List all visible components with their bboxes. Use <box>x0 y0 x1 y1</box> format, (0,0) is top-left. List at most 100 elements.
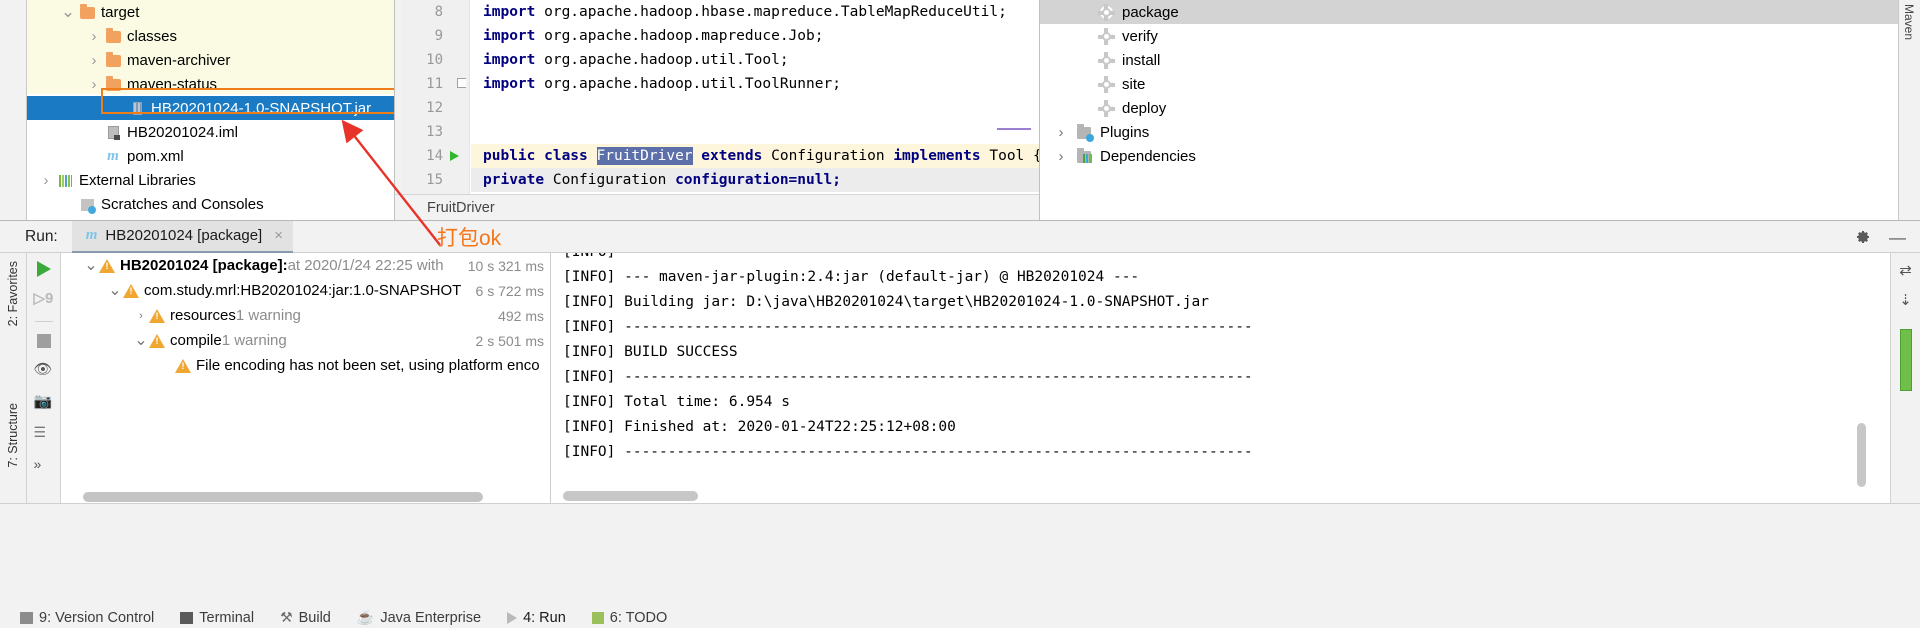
eye-icon[interactable]: 👁 <box>34 360 54 380</box>
right-tool-rail[interactable]: ⇄ ⇣ <box>1890 253 1920 504</box>
maven-tool-window[interactable]: package verify install site deploy › Plugins › D… <box>1040 0 1920 220</box>
status-bar-item-java-enterprise[interactable]: ☕ Java Enterprise <box>357 609 481 626</box>
status-bar-item-4-run[interactable]: 4: Run <box>507 610 566 626</box>
build-tree-row[interactable]: › resources 1 warning 492 ms <box>61 303 550 328</box>
maven-item-site[interactable]: site <box>1040 72 1920 96</box>
maven-item-package[interactable]: package <box>1040 0 1920 24</box>
status-bar-item-terminal[interactable]: Terminal <box>180 610 254 626</box>
editor-marker-bar <box>997 128 1031 130</box>
maven-item-plugins[interactable]: › Plugins <box>1040 120 1920 144</box>
chevron-down-icon[interactable]: ⌄ <box>107 283 123 299</box>
build-tree-row[interactable]: ⌄ com.study.mrl:HB20201024:jar:1.0-SNAPSH… <box>61 278 550 303</box>
chevron-right-icon[interactable]: › <box>85 76 103 93</box>
scroll-to-end-icon[interactable]: ⇣ <box>1899 291 1912 309</box>
code-line-8[interactable]: 8 import org.apache.hadoop.hbase.mapreduc… <box>395 0 1039 24</box>
minimize-icon[interactable]: — <box>1889 229 1906 246</box>
chevron-down-icon[interactable]: ⌄ <box>133 333 149 349</box>
build-tree-row-duration: 10 s 321 ms <box>467 257 544 274</box>
maven-item-deploy[interactable]: deploy <box>1040 96 1920 120</box>
run-gutter-icon[interactable] <box>450 151 459 161</box>
code-token: import <box>483 28 536 44</box>
chevron-right-icon[interactable]: › <box>37 172 55 189</box>
code-token: Configuration <box>762 148 894 164</box>
console-vertical-scrollbar[interactable] <box>1857 423 1866 487</box>
build-console-output[interactable]: [INFO] [INFO] --- maven-jar-plugin:2.4:ja… <box>551 253 1890 504</box>
build-tree-horizontal-scrollbar[interactable] <box>83 492 483 502</box>
editor-breadcrumb[interactable]: FruitDriver <box>395 194 1039 220</box>
camera-icon[interactable]: 📷 <box>34 392 54 412</box>
maven-item-label: deploy <box>1122 99 1167 117</box>
project-tree-item-label: classes <box>127 27 178 45</box>
code-line-9[interactable]: 9 import org.apache.hadoop.mapreduce.Job; <box>395 24 1039 48</box>
code-line-14[interactable]: 14 public class FruitDriver extends Confi… <box>426 144 1039 168</box>
project-tree-item-hb20201024-1-0-snapshot-jar[interactable]: HB20201024-1.0-SNAPSHOT.jar <box>27 96 394 120</box>
maven-item-verify[interactable]: verify <box>1040 24 1920 48</box>
code-fold-icon[interactable] <box>457 78 466 88</box>
project-tool-window[interactable]: ⌄ target › classes › maven-archiver › maven-sta… <box>27 0 395 220</box>
status-bar-item-label: Terminal <box>199 609 255 626</box>
project-tree-item-target[interactable]: ⌄ target <box>27 0 394 24</box>
status-bar-item-9-version-control[interactable]: 9: Version Control <box>20 610 154 626</box>
run-actions-toolbar[interactable]: ▷9 👁 📷 ☰ » <box>27 253 61 504</box>
build-tree-row[interactable]: File encoding has not been set, using pl… <box>61 353 550 378</box>
chevron-down-icon[interactable]: ⌄ <box>59 3 77 20</box>
code-line-10[interactable]: 10 import org.apache.hadoop.util.Tool; <box>395 48 1039 72</box>
rail-favorites-label[interactable]: 2: Favorites <box>6 261 20 326</box>
console-line: [INFO] ---------------------------------… <box>563 369 1253 385</box>
console-horizontal-scrollbar[interactable] <box>563 491 698 501</box>
ide-window: ⌄ target › classes › maven-archiver › maven-sta… <box>0 0 1920 628</box>
maven-item-dependencies[interactable]: › Dependencies <box>1040 144 1920 168</box>
close-icon[interactable]: × <box>274 227 283 244</box>
status-bar-item-build[interactable]: ⚒ Build <box>280 609 331 626</box>
run-body: 2: Favorites 7: Structure ▷9 👁 📷 ☰ » ⌄ HB… <box>0 253 1920 504</box>
chevron-right-icon[interactable]: › <box>85 28 103 45</box>
run-tab-hb20201024-package[interactable]: m HB20201024 [package] × <box>71 220 293 253</box>
project-tree-item-maven-status[interactable]: › maven-status <box>27 72 394 96</box>
filter-icon[interactable]: ☰ <box>34 424 54 444</box>
chevron-right-icon[interactable]: › <box>85 52 103 69</box>
project-tree-item-maven-archiver[interactable]: › maven-archiver <box>27 48 394 72</box>
stop-icon[interactable] <box>36 334 51 348</box>
project-tree-item-hb20201024-iml[interactable]: HB20201024.iml <box>27 120 394 144</box>
maven-goal-rows: package verify install site deploy › Plugins › D… <box>1040 0 1920 168</box>
code-token: org.apache.hadoop.util.ToolRunner; <box>535 76 841 92</box>
project-tree-item-classes[interactable]: › classes <box>27 24 394 48</box>
status-bar-items: 9: Version Control Terminal ⚒ Build ☕ Java En… <box>20 609 667 626</box>
warning-icon <box>175 358 191 373</box>
rail-structure-label[interactable]: 7: Structure <box>6 403 20 468</box>
code-token: org.apache.hadoop.hbase.mapreduce.TableM… <box>535 4 1007 20</box>
build-tree-row[interactable]: ⌄ compile 1 warning 2 s 501 ms <box>61 328 550 353</box>
gear-icon[interactable] <box>1855 229 1871 245</box>
maven-item-install[interactable]: install <box>1040 48 1920 72</box>
warning-icon <box>123 283 139 298</box>
soft-wrap-icon[interactable]: ⇄ <box>1899 261 1912 279</box>
project-tree-item-external-libraries[interactable]: › External Libraries <box>27 168 394 192</box>
project-tree-item-scratches-and-consoles[interactable]: Scratches and Consoles <box>27 192 394 216</box>
code-line-12[interactable]: 12 <box>395 96 1039 120</box>
code-editor[interactable]: 8 import org.apache.hadoop.hbase.mapreduc… <box>395 0 1040 220</box>
project-tree-item-label: pom.xml <box>127 147 184 165</box>
more-options-icon[interactable]: » <box>34 456 54 476</box>
code-text: public class FruitDriver extends Configu… <box>483 144 1039 168</box>
left-tool-rail[interactable]: 2: Favorites 7: Structure <box>0 253 27 504</box>
run-label: Run: <box>25 227 58 245</box>
chevron-right-icon[interactable]: › <box>133 310 149 322</box>
build-tree-row[interactable]: ⌄ HB20201024 [package]: at 2020/1/24 22:2… <box>61 253 550 278</box>
console-line: [INFO] ---------------------------------… <box>563 444 1253 460</box>
project-tree-item-pom-xml[interactable]: m pom.xml <box>27 144 394 168</box>
code-line-13[interactable]: 13 <box>395 120 1039 144</box>
editor-lines[interactable]: 8 import org.apache.hadoop.hbase.mapreduc… <box>395 0 1039 192</box>
rerun-failed-icon[interactable]: ▷9 <box>34 289 54 309</box>
status-bar-item-6-todo[interactable]: 6: TODO <box>591 610 667 626</box>
code-line-11[interactable]: 11 import org.apache.hadoop.util.ToolRunn… <box>395 72 1039 96</box>
maven-right-rail[interactable]: Maven <box>1898 0 1920 220</box>
build-tree[interactable]: ⌄ HB20201024 [package]: at 2020/1/24 22:2… <box>61 253 551 504</box>
chevron-right-icon[interactable]: › <box>1048 124 1074 141</box>
chevron-down-icon[interactable]: ⌄ <box>83 258 99 274</box>
console-line: [INFO] <box>551 253 1890 265</box>
chevron-right-icon[interactable]: › <box>1048 148 1074 165</box>
warning-icon <box>99 258 115 273</box>
rerun-icon[interactable] <box>36 261 51 277</box>
code-line-15[interactable]: 15 private Configuration configuration=n… <box>426 168 1039 192</box>
